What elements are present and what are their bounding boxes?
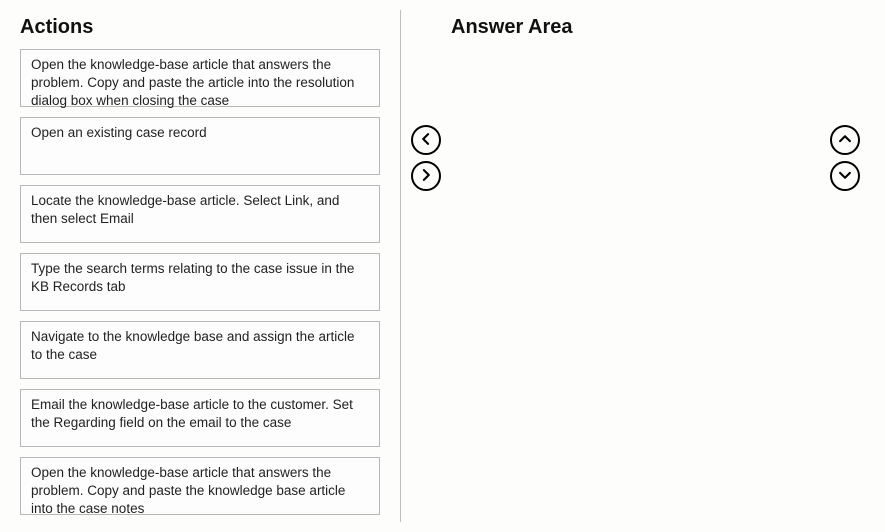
answer-column: Answer Area xyxy=(451,10,825,522)
action-item[interactable]: Locate the knowledge-base article. Selec… xyxy=(20,185,380,243)
move-left-button[interactable] xyxy=(411,125,441,155)
chevron-left-icon xyxy=(419,132,433,149)
action-item[interactable]: Email the knowledge-base article to the … xyxy=(20,389,380,447)
action-item[interactable]: Open an existing case record xyxy=(20,117,380,175)
action-item-label: Email the knowledge-base article to the … xyxy=(31,396,369,432)
action-item[interactable]: Type the search terms relating to the ca… xyxy=(20,253,380,311)
chevron-up-icon xyxy=(838,132,852,149)
action-item-label: Open the knowledge-base article that ans… xyxy=(31,56,369,111)
vertical-divider xyxy=(400,10,401,522)
move-up-button[interactable] xyxy=(830,125,860,155)
actions-heading: Actions xyxy=(20,10,380,49)
action-item-label: Open the knowledge-base article that ans… xyxy=(31,464,369,519)
chevron-down-icon xyxy=(838,168,852,185)
action-item[interactable]: Navigate to the knowledge base and assig… xyxy=(20,321,380,379)
move-controls-horizontal xyxy=(411,10,451,522)
action-item-label: Locate the knowledge-base article. Selec… xyxy=(31,192,369,228)
answer-heading: Answer Area xyxy=(451,10,825,49)
move-right-button[interactable] xyxy=(411,161,441,191)
actions-column: Actions Open the knowledge-base article … xyxy=(20,10,380,522)
move-down-button[interactable] xyxy=(830,161,860,191)
action-item-label: Navigate to the knowledge base and assig… xyxy=(31,328,369,364)
drag-drop-container: Actions Open the knowledge-base article … xyxy=(0,0,885,532)
action-item-label: Type the search terms relating to the ca… xyxy=(31,260,369,296)
action-item[interactable]: Open the knowledge-base article that ans… xyxy=(20,457,380,515)
chevron-right-icon xyxy=(419,168,433,185)
action-item[interactable]: Open the knowledge-base article that ans… xyxy=(20,49,380,107)
answer-drop-area[interactable] xyxy=(451,49,825,522)
action-item-label: Open an existing case record xyxy=(31,124,207,142)
move-controls-vertical xyxy=(825,10,865,522)
